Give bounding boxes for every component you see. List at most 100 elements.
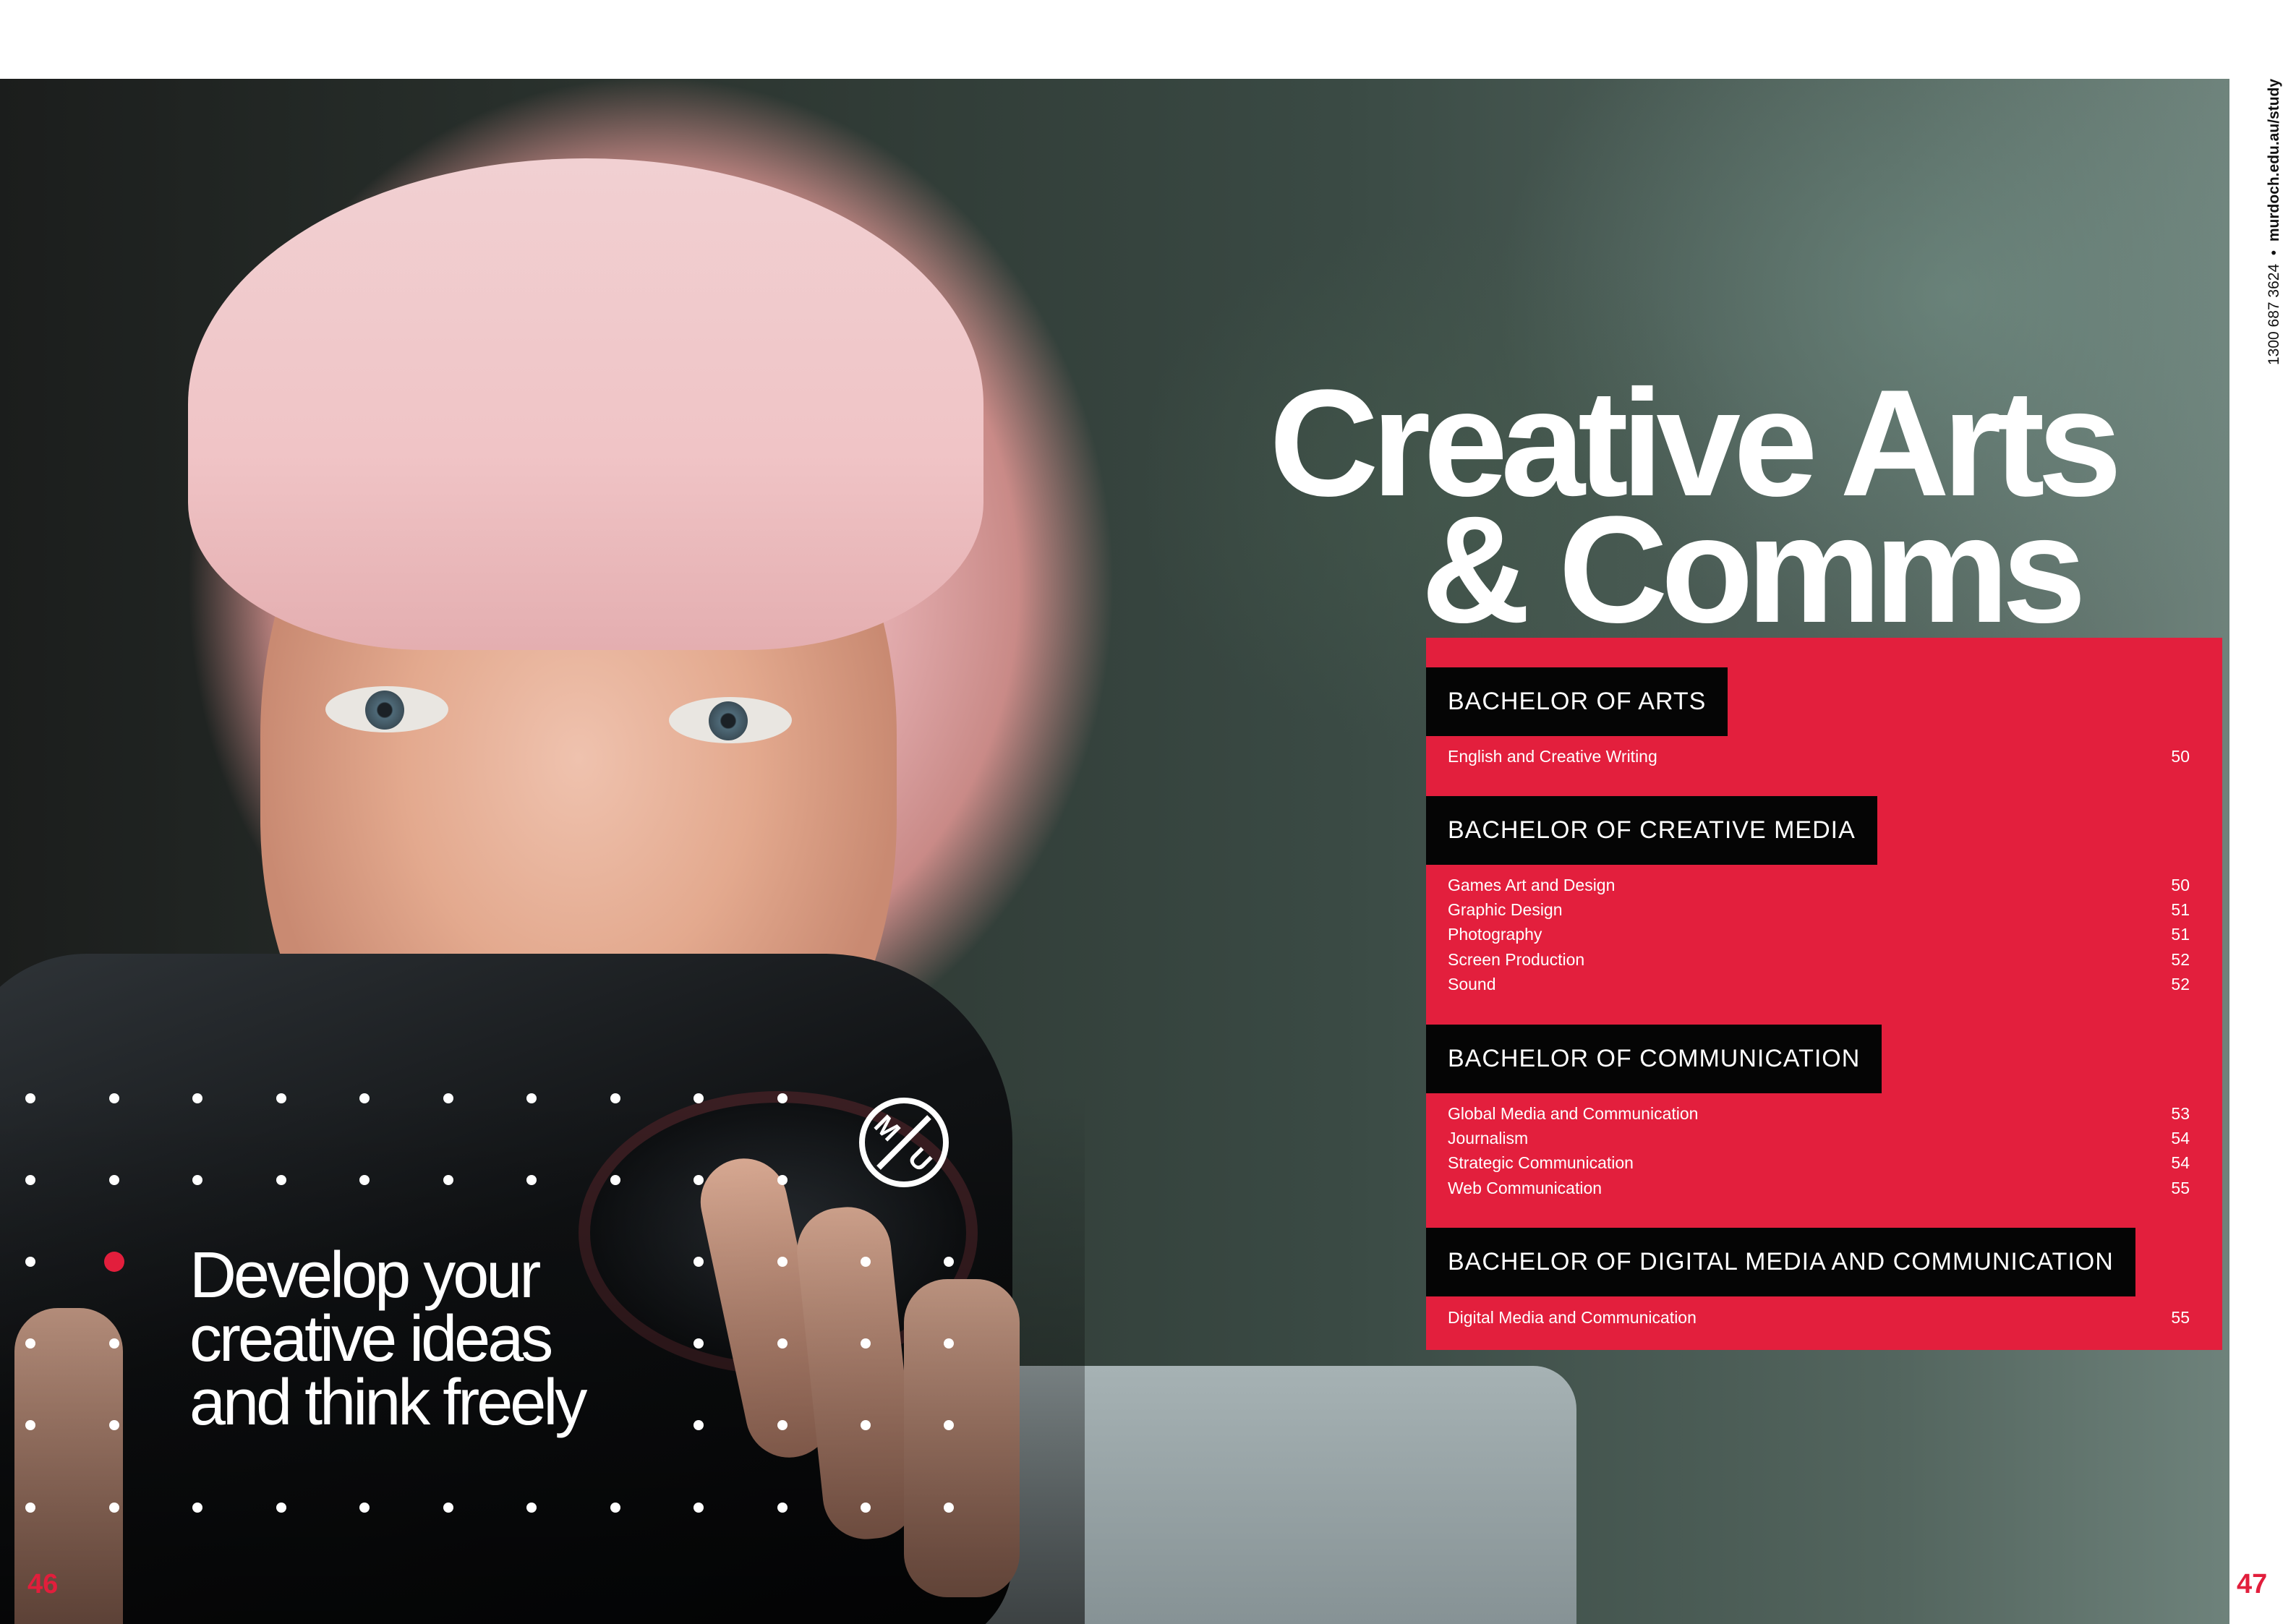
- course-page: 54: [2171, 1153, 2190, 1173]
- grid-dot: [610, 1093, 620, 1103]
- course-row[interactable]: Global Media and Communication 53: [1448, 1101, 2190, 1126]
- grid-dot: [610, 1503, 620, 1513]
- grid-dot: [443, 1503, 453, 1513]
- tagline-line: and think freely: [189, 1367, 587, 1439]
- grid-dot: [777, 1420, 788, 1430]
- left-eye: [325, 686, 448, 732]
- course-page: 52: [2171, 974, 2190, 993]
- course-row[interactable]: Strategic Communication 54: [1448, 1150, 2190, 1175]
- course-page: 50: [2171, 747, 2190, 766]
- course-row[interactable]: Web Communication 55: [1448, 1176, 2190, 1200]
- course-list: Digital Media and Communication 55: [1448, 1305, 2190, 1330]
- grid-dot: [526, 1175, 537, 1185]
- grid-dot: [610, 1175, 620, 1185]
- fringe: [188, 158, 983, 650]
- course-page: 53: [2171, 1104, 2190, 1123]
- grid-dot: [443, 1093, 453, 1103]
- course-row[interactable]: English and Creative Writing 50: [1448, 744, 2190, 769]
- grid-dot: [25, 1093, 35, 1103]
- course-page: 52: [2171, 949, 2190, 969]
- course-page: 51: [2171, 900, 2190, 920]
- grid-dot: [777, 1257, 788, 1267]
- grid-dot: [694, 1503, 704, 1513]
- degree-label: BACHELOR OF COMMUNICATION: [1426, 1025, 1882, 1093]
- course-name: Sound: [1448, 974, 1496, 993]
- grid-dot: [25, 1420, 35, 1430]
- course-name: Global Media and Communication: [1448, 1104, 1699, 1123]
- grid-dot: [25, 1175, 35, 1185]
- murdoch-monogram-logo: M U: [859, 1098, 949, 1187]
- grid-dot: [526, 1093, 537, 1103]
- course-list: English and Creative Writing 50: [1448, 744, 2190, 769]
- course-name: Web Communication: [1448, 1178, 1602, 1197]
- right-eye: [669, 697, 792, 743]
- grid-dot: [276, 1175, 286, 1185]
- course-row[interactable]: Screen Production 52: [1448, 947, 2190, 972]
- brochure-spread: M U Develop your creative ideas and thin…: [0, 0, 2296, 1624]
- grid-dot: [694, 1175, 704, 1185]
- grid-dot: [944, 1503, 954, 1513]
- tagline-line: Develop your: [189, 1239, 541, 1312]
- grid-dot: [777, 1503, 788, 1513]
- course-row[interactable]: Games Art and Design 50: [1448, 873, 2190, 897]
- separator-bullet: •: [2266, 249, 2282, 256]
- tagline-line: creative ideas: [189, 1303, 553, 1375]
- phone-number: 1300 687 3624: [2266, 263, 2282, 365]
- accent-dot: [104, 1252, 124, 1272]
- course-row[interactable]: Photography 51: [1448, 922, 2190, 946]
- grid-dot: [25, 1257, 35, 1267]
- grid-dot: [861, 1420, 871, 1430]
- degree-label: BACHELOR OF ARTS: [1426, 667, 1728, 736]
- grid-dot: [526, 1503, 537, 1513]
- grid-dot: [777, 1175, 788, 1185]
- grid-dot: [109, 1420, 119, 1430]
- grid-dot: [192, 1093, 202, 1103]
- course-row[interactable]: Sound 52: [1448, 972, 2190, 996]
- grid-dot: [359, 1093, 370, 1103]
- grid-dot: [443, 1175, 453, 1185]
- grid-dot: [192, 1175, 202, 1185]
- grid-dot: [359, 1175, 370, 1185]
- course-row[interactable]: Digital Media and Communication 55: [1448, 1305, 2190, 1330]
- grid-dot: [944, 1257, 954, 1267]
- contact-info: 1300 687 3624 • murdoch.edu.au/study: [2262, 76, 2287, 365]
- course-page: 55: [2171, 1178, 2190, 1197]
- grid-dot: [276, 1503, 286, 1513]
- grid-dot: [109, 1503, 119, 1513]
- grid-dot: [276, 1093, 286, 1103]
- grid-dot: [777, 1338, 788, 1349]
- grid-dot: [944, 1338, 954, 1349]
- course-name: Screen Production: [1448, 949, 1585, 969]
- grid-dot: [359, 1503, 370, 1513]
- course-page: 55: [2171, 1308, 2190, 1327]
- course-page: 50: [2171, 876, 2190, 894]
- course-row[interactable]: Journalism 54: [1448, 1126, 2190, 1150]
- grid-dot: [861, 1503, 871, 1513]
- grid-dot: [109, 1093, 119, 1103]
- grid-dot: [861, 1257, 871, 1267]
- grid-dot: [192, 1503, 202, 1513]
- course-name: English and Creative Writing: [1448, 747, 1657, 766]
- page-number-left: 46: [27, 1569, 59, 1599]
- course-name: Strategic Communication: [1448, 1153, 1634, 1173]
- grid-dot: [109, 1175, 119, 1185]
- course-page: 51: [2171, 925, 2190, 944]
- website-link[interactable]: murdoch.edu.au/study: [2266, 79, 2282, 242]
- grid-dot: [944, 1420, 954, 1430]
- course-list: Global Media and Communication 53 Journa…: [1448, 1101, 2190, 1200]
- course-name: Photography: [1448, 925, 1542, 944]
- course-row[interactable]: Graphic Design 51: [1448, 897, 2190, 922]
- course-name: Digital Media and Communication: [1448, 1308, 1697, 1327]
- course-page: 54: [2171, 1129, 2190, 1148]
- page-number-right: 47: [2237, 1569, 2268, 1599]
- grid-dot: [861, 1338, 871, 1349]
- grid-dot: [694, 1093, 704, 1103]
- degree-label: BACHELOR OF CREATIVE MEDIA: [1426, 796, 1877, 865]
- page-title: Creative Arts & Comms: [1269, 367, 2151, 646]
- grid-dot: [25, 1503, 35, 1513]
- tagline: Develop your creative ideas and think fr…: [189, 1239, 710, 1439]
- grid-dot: [25, 1338, 35, 1349]
- grid-dot: [777, 1093, 788, 1103]
- course-list: Games Art and Design 50 Graphic Design 5…: [1448, 873, 2190, 996]
- course-name: Journalism: [1448, 1129, 1529, 1148]
